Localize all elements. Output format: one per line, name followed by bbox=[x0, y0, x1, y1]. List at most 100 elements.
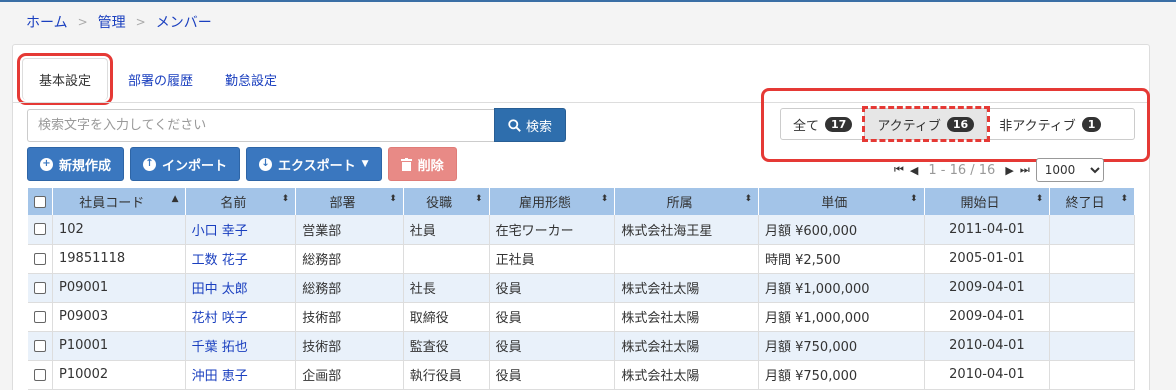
start-date: 2011-04-01 bbox=[924, 215, 1051, 245]
table-row[interactable]: P09003 花村 咲子 技術部 取締役 役員 株式会社太陽 月額 ¥1,000… bbox=[28, 302, 1135, 332]
table-row[interactable]: P10002 沖田 恵子 企画部 執行役員 役員 株式会社太陽 月額 ¥750,… bbox=[28, 360, 1135, 390]
pagination: ⏮ ◀ 1 - 16 / 16 ▶ ⏭ 1000 bbox=[894, 158, 1104, 182]
caret-down-icon: ▼ bbox=[361, 159, 369, 169]
search-input[interactable] bbox=[27, 109, 494, 142]
last-page-icon[interactable]: ⏭ bbox=[1020, 163, 1030, 177]
position: 社員 bbox=[403, 215, 490, 245]
export-button-label: エクスポート bbox=[278, 158, 356, 174]
filter-active[interactable]: アクティブ 16 bbox=[862, 106, 991, 142]
employment-type: 役員 bbox=[489, 331, 616, 361]
employee-code: P09003 bbox=[52, 302, 186, 332]
employee-code: P10001 bbox=[52, 331, 186, 361]
member-name-link[interactable]: 千葉 拓也 bbox=[192, 340, 248, 355]
next-page-icon[interactable]: ▶ bbox=[1005, 164, 1013, 177]
page-info: 1 - 16 / 16 bbox=[928, 162, 996, 178]
search-button[interactable]: 検索 bbox=[494, 108, 566, 142]
affiliation: 株式会社太陽 bbox=[614, 273, 759, 303]
member-name-link[interactable]: 沖田 恵子 bbox=[192, 369, 248, 384]
employment-type: 役員 bbox=[489, 273, 616, 303]
affiliation: 株式会社太陽 bbox=[614, 302, 759, 332]
member-name-link[interactable]: 花村 咲子 bbox=[192, 311, 248, 326]
row-checkbox[interactable] bbox=[34, 252, 46, 265]
row-checkbox[interactable] bbox=[34, 310, 46, 323]
sort-icon: ⬍ bbox=[1035, 194, 1044, 204]
name-cell: 工数 花子 bbox=[185, 244, 297, 274]
employment-type: 役員 bbox=[489, 302, 616, 332]
affiliation: 株式会社太陽 bbox=[614, 331, 759, 361]
export-button[interactable]: ↓ エクスポート ▼ bbox=[246, 147, 382, 181]
end-date bbox=[1049, 360, 1135, 390]
row-checkbox-cell[interactable] bbox=[28, 244, 53, 274]
tab-basic-settings[interactable]: 基本設定 bbox=[16, 53, 114, 105]
sort-icon: ⬍ bbox=[1120, 194, 1128, 204]
table-row[interactable]: 102 小口 幸子 営業部 社員 在宅ワーカー 株式会社海王星 月額 ¥600,… bbox=[28, 215, 1135, 245]
column-header[interactable]: 雇用形態 ⬍ bbox=[489, 188, 616, 215]
department: 総務部 bbox=[295, 273, 404, 303]
end-date bbox=[1049, 273, 1135, 303]
select-all-checkbox[interactable] bbox=[34, 195, 46, 208]
download-icon: ↓ bbox=[259, 157, 273, 171]
member-name-link[interactable]: 小口 幸子 bbox=[192, 224, 248, 239]
unit-price: 月額 ¥750,000 bbox=[758, 331, 925, 361]
delete-button[interactable]: 削除 bbox=[387, 147, 457, 181]
position: 監査役 bbox=[403, 331, 490, 361]
breadcrumb-admin[interactable]: 管理 bbox=[98, 12, 126, 32]
employee-code: P09001 bbox=[52, 273, 186, 303]
count-badge: 1 bbox=[1081, 116, 1102, 132]
tab-department-history[interactable]: 部署の履歴 bbox=[112, 58, 209, 100]
table-row[interactable]: P10001 千葉 拓也 技術部 監査役 役員 株式会社太陽 月額 ¥750,0… bbox=[28, 331, 1135, 361]
position bbox=[403, 244, 490, 274]
column-header[interactable]: 名前 ⬍ bbox=[185, 188, 297, 215]
row-checkbox-cell[interactable] bbox=[28, 360, 53, 390]
employee-code: P10002 bbox=[52, 360, 186, 390]
row-checkbox[interactable] bbox=[34, 223, 46, 236]
prev-page-icon[interactable]: ◀ bbox=[910, 164, 918, 177]
sort-asc-icon: ▲ bbox=[171, 194, 179, 204]
breadcrumb-home[interactable]: ホーム bbox=[26, 12, 68, 32]
row-checkbox-cell[interactable] bbox=[28, 331, 53, 361]
sort-icon: ⬍ bbox=[910, 194, 918, 204]
import-button-label: インポート bbox=[162, 158, 228, 174]
breadcrumb-members[interactable]: メンバー bbox=[156, 12, 212, 32]
member-name-link[interactable]: 工数 花子 bbox=[192, 253, 248, 268]
unit-price: 月額 ¥1,000,000 bbox=[758, 302, 925, 332]
table-row[interactable]: 19851118 工数 花子 総務部 正社員 時間 ¥2,500 2005-01… bbox=[28, 244, 1135, 274]
tab-attendance-settings[interactable]: 勤怠設定 bbox=[209, 58, 293, 100]
column-header[interactable]: 役職 ⬍ bbox=[403, 188, 490, 215]
column-header[interactable]: 社員コード ▲ bbox=[52, 188, 186, 215]
import-button[interactable]: ↑ インポート bbox=[130, 147, 241, 181]
department: 企画部 bbox=[295, 360, 404, 390]
row-checkbox-cell[interactable] bbox=[28, 302, 53, 332]
trash-icon bbox=[400, 157, 412, 171]
row-checkbox-cell[interactable] bbox=[28, 215, 53, 245]
affiliation: 株式会社海王星 bbox=[614, 215, 759, 245]
end-date bbox=[1049, 244, 1135, 274]
table-row[interactable]: P09001 田中 太郎 総務部 社長 役員 株式会社太陽 月額 ¥1,000,… bbox=[28, 273, 1135, 303]
row-checkbox[interactable] bbox=[34, 368, 46, 381]
first-page-icon[interactable]: ⏮ bbox=[894, 163, 904, 177]
position: 取締役 bbox=[403, 302, 490, 332]
name-cell: 花村 咲子 bbox=[185, 302, 297, 332]
member-name-link[interactable]: 田中 太郎 bbox=[192, 282, 248, 297]
breadcrumb-separator: > bbox=[77, 15, 88, 29]
column-header[interactable]: 終了日 ⬍ bbox=[1049, 188, 1135, 215]
search-icon bbox=[508, 118, 521, 132]
column-header[interactable]: 部署 ⬍ bbox=[295, 188, 404, 215]
filter-all[interactable]: 全て 17 bbox=[781, 109, 866, 139]
select-all-header[interactable] bbox=[28, 188, 53, 215]
affiliation: 株式会社太陽 bbox=[614, 360, 759, 390]
sort-icon: ⬍ bbox=[389, 194, 397, 204]
breadcrumb-separator: > bbox=[135, 15, 146, 29]
page-size-select[interactable]: 1000 bbox=[1035, 158, 1104, 182]
start-date: 2009-04-01 bbox=[924, 302, 1051, 332]
column-header[interactable]: 単価 ⬍ bbox=[758, 188, 925, 215]
row-checkbox[interactable] bbox=[34, 281, 46, 294]
table-header-row: 社員コード ▲ 名前 ⬍ 部署 ⬍ 役職 ⬍ 雇用形態 ⬍ 所属 ⬍ 単価 ⬍ 開始日 ⬍ 終了… bbox=[28, 188, 1135, 215]
column-header[interactable]: 所属 ⬍ bbox=[614, 188, 759, 215]
row-checkbox[interactable] bbox=[34, 339, 46, 352]
column-header[interactable]: 開始日 ⬍ bbox=[924, 188, 1051, 215]
filter-inactive[interactable]: 非アクティブ 1 bbox=[987, 109, 1113, 139]
member-table: 社員コード ▲ 名前 ⬍ 部署 ⬍ 役職 ⬍ 雇用形態 ⬍ 所属 ⬍ 単価 ⬍ 開始日 ⬍ 終了… bbox=[28, 188, 1135, 390]
new-button[interactable]: + 新規作成 bbox=[27, 147, 125, 181]
row-checkbox-cell[interactable] bbox=[28, 273, 53, 303]
